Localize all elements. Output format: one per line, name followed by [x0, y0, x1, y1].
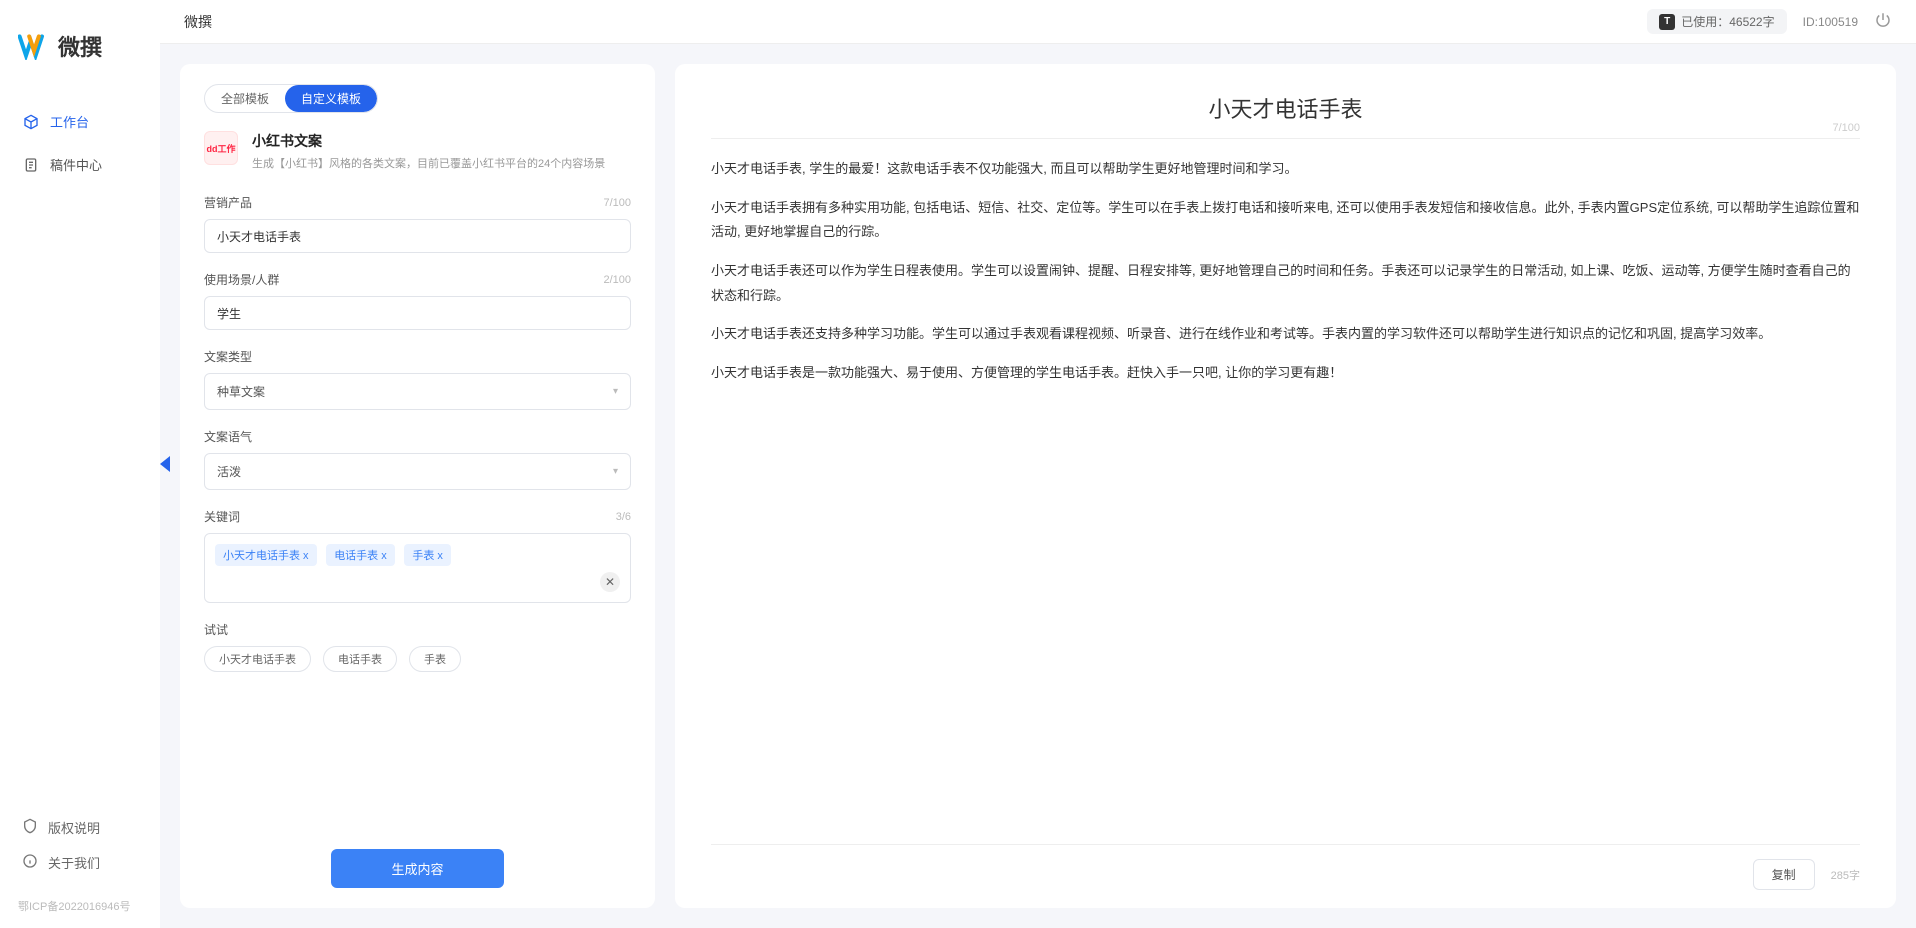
- footer-about[interactable]: 关于我们: [10, 845, 150, 880]
- scene-count: 2/100: [603, 274, 631, 286]
- title-count: 7/100: [1832, 122, 1860, 134]
- chevron-down-icon: ▾: [613, 386, 618, 397]
- product-label: 营销产品: [204, 194, 252, 211]
- sidebar: 微撰 工作台 稿件中心 版权说明: [0, 0, 160, 928]
- scene-label: 使用场景/人群: [204, 271, 279, 288]
- output-panel: 小天才电话手表 7/100 小天才电话手表, 学生的最爱！这款电话手表不仅功能强…: [675, 64, 1896, 908]
- template-tabs: 全部模板 自定义模板: [204, 84, 378, 113]
- output-paragraph: 小天才电话手表是一款功能强大、易于使用、方便管理的学生电话手表。赶快入手一只吧,…: [711, 361, 1860, 386]
- topbar-title: 微撰: [184, 12, 1631, 32]
- template-desc: 生成【小红书】风格的各类文案，目前已覆盖小红书平台的24个内容场景: [252, 157, 605, 172]
- scene-input[interactable]: [204, 296, 631, 330]
- clear-tags-icon[interactable]: ✕: [600, 572, 620, 592]
- keyword-tag[interactable]: 电话手表 x: [326, 544, 395, 566]
- suggest-pill[interactable]: 小天才电话手表: [204, 646, 311, 672]
- char-count: 285字: [1831, 867, 1860, 883]
- nav-label: 稿件中心: [50, 155, 102, 174]
- output-body: 小天才电话手表, 学生的最爱！这款电话手表不仅功能强大, 而且可以帮助学生更好地…: [711, 157, 1860, 844]
- chevron-down-icon: ▾: [613, 466, 618, 477]
- nav: 工作台 稿件中心: [0, 102, 160, 810]
- type-select[interactable]: 种草文案 ▾: [204, 373, 631, 410]
- text-count-icon: T: [1659, 14, 1675, 30]
- type-label: 文案类型: [204, 348, 252, 365]
- input-panel: 全部模板 自定义模板 dd工作 小红书文案 生成【小红书】风格的各类文案，目前已…: [180, 64, 655, 908]
- copy-button[interactable]: 复制: [1753, 859, 1815, 890]
- output-paragraph: 小天才电话手表拥有多种实用功能, 包括电话、短信、社交、定位等。学生可以在手表上…: [711, 196, 1860, 245]
- keywords-label: 关键词: [204, 508, 240, 525]
- user-id: ID:100519: [1803, 15, 1858, 29]
- usage-text: 已使用：46522字: [1681, 13, 1774, 30]
- sidebar-collapse-icon[interactable]: [160, 456, 170, 472]
- keywords-input[interactable]: 小天才电话手表 x 电话手表 x 手表 x ✕: [204, 533, 631, 603]
- tab-all[interactable]: 全部模板: [205, 85, 285, 112]
- logo: 微撰: [0, 0, 160, 102]
- tab-custom[interactable]: 自定义模板: [285, 85, 377, 112]
- icp-text: 鄂ICP备2022016946号: [0, 898, 160, 928]
- output-title: 小天才电话手表: [711, 92, 1860, 124]
- output-paragraph: 小天才电话手表还支持多种学习功能。学生可以通过手表观看课程视频、听录音、进行在线…: [711, 322, 1860, 347]
- keywords-count: 3/6: [616, 511, 631, 523]
- shield-icon: [22, 818, 38, 837]
- generate-button[interactable]: 生成内容: [331, 849, 503, 888]
- topbar: 微撰 T 已使用：46522字 ID:100519: [160, 0, 1916, 44]
- footer-label: 版权说明: [48, 818, 100, 837]
- power-icon[interactable]: [1874, 11, 1892, 32]
- logo-icon: [18, 32, 50, 60]
- nav-label: 工作台: [50, 112, 89, 131]
- suggestions: 小天才电话手表 电话手表 手表: [204, 646, 631, 672]
- info-icon: [22, 853, 38, 872]
- tone-select[interactable]: 活泼 ▾: [204, 453, 631, 490]
- footer-copyright[interactable]: 版权说明: [10, 810, 150, 845]
- try-label: 试试: [204, 621, 228, 638]
- document-icon: [22, 156, 40, 174]
- suggest-pill[interactable]: 手表: [409, 646, 461, 672]
- output-paragraph: 小天才电话手表还可以作为学生日程表使用。学生可以设置闹钟、提醒、日程安排等, 更…: [711, 259, 1860, 308]
- suggest-pill[interactable]: 电话手表: [323, 646, 397, 672]
- tone-value: 活泼: [217, 463, 241, 480]
- keyword-tag[interactable]: 小天才电话手表 x: [215, 544, 317, 566]
- keyword-tag[interactable]: 手表 x: [404, 544, 451, 566]
- product-count: 7/100: [603, 197, 631, 209]
- product-input[interactable]: [204, 219, 631, 253]
- nav-workbench[interactable]: 工作台: [10, 102, 150, 141]
- nav-drafts[interactable]: 稿件中心: [10, 145, 150, 184]
- logo-text: 微撰: [58, 30, 102, 62]
- cube-icon: [22, 113, 40, 131]
- footer-label: 关于我们: [48, 853, 100, 872]
- output-paragraph: 小天才电话手表, 学生的最爱！这款电话手表不仅功能强大, 而且可以帮助学生更好地…: [711, 157, 1860, 182]
- type-value: 种草文案: [217, 383, 265, 400]
- xiaohongshu-icon: dd工作: [204, 131, 238, 165]
- usage-badge[interactable]: T 已使用：46522字: [1647, 9, 1786, 34]
- tone-label: 文案语气: [204, 428, 252, 445]
- template-header: dd工作 小红书文案 生成【小红书】风格的各类文案，目前已覆盖小红书平台的24个…: [204, 131, 631, 172]
- template-title: 小红书文案: [252, 131, 605, 151]
- sidebar-footer: 版权说明 关于我们: [0, 810, 160, 898]
